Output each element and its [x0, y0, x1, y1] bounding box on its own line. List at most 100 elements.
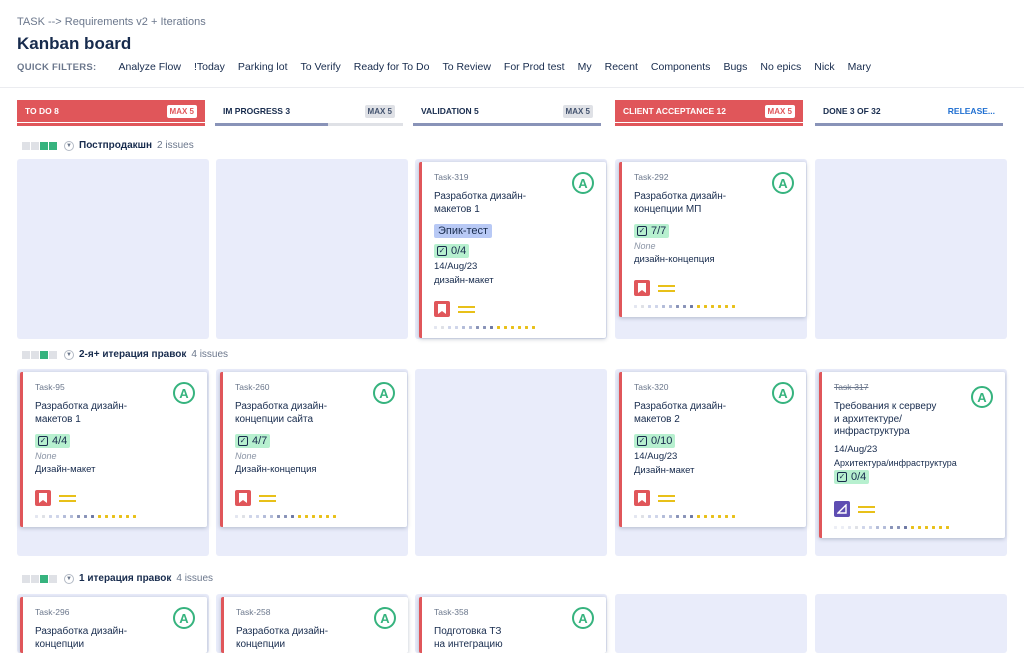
issue-summary: Разработка дизайн-концепции сайта — [235, 401, 328, 425]
progress-dot — [333, 515, 336, 518]
issue-key[interactable]: Task-292 — [634, 172, 669, 182]
progress-dot — [291, 515, 294, 518]
progress-dot — [126, 515, 129, 518]
component-field: дизайн-концепция — [634, 254, 715, 265]
assignee-avatar[interactable]: A — [373, 382, 395, 404]
issue-card[interactable]: Task-320 A Разработка дизайн-макетов 2 ✓… — [619, 372, 806, 527]
progress-dot — [834, 526, 837, 529]
column-title: IM PROGRESS 3 — [223, 106, 291, 116]
issue-card[interactable]: Task-296 A Разработка дизайн-концепции — [20, 597, 207, 653]
filter-to-review[interactable]: To Review — [442, 61, 490, 73]
assignee-avatar[interactable]: A — [772, 382, 794, 404]
issue-key[interactable]: Task-258 — [236, 607, 271, 617]
issue-key[interactable]: Task-320 — [634, 382, 669, 392]
filter-bugs[interactable]: Bugs — [723, 61, 747, 73]
progress-dot — [312, 515, 315, 518]
progress-dot — [133, 515, 136, 518]
filter-mary[interactable]: Mary — [848, 61, 871, 73]
swimlane-count: 4 issues — [191, 349, 229, 360]
progress-dot — [876, 526, 879, 529]
progress-dot — [718, 515, 721, 518]
issue-card[interactable]: Task-95 A Разработка дизайн-макетов 1 ✓ 4… — [20, 372, 207, 527]
filter-recent[interactable]: Recent — [605, 61, 638, 73]
breadcrumb[interactable]: TASK --> Requirements v2 + Iterations — [17, 16, 206, 28]
swimlane-header[interactable]: ▼ Постпродакшн 2 issues — [22, 140, 194, 151]
progress-dots — [834, 526, 953, 529]
swimlane-header[interactable]: ▼ 1 итерация правок 4 issues — [22, 573, 213, 584]
assignee-avatar[interactable]: A — [173, 382, 195, 404]
column-header-in-progress[interactable]: IM PROGRESS 3 MAX 5 — [215, 100, 403, 122]
progress-dot — [939, 526, 942, 529]
progress-dot — [504, 326, 507, 329]
issue-key[interactable]: Task-95 — [35, 382, 65, 392]
progress-dot — [525, 326, 528, 329]
board-cell — [216, 159, 408, 339]
issue-card[interactable]: Task-260 A Разработка дизайн-концепции с… — [220, 372, 407, 527]
assignee-avatar[interactable]: A — [572, 172, 594, 194]
release-link[interactable]: RELEASE... — [948, 106, 995, 116]
issue-key[interactable]: Task-317 — [834, 382, 869, 392]
progress-dot — [249, 515, 252, 518]
filter-analyze-flow[interactable]: Analyze Flow — [119, 61, 181, 73]
fix-version-empty: None — [634, 241, 656, 251]
progress-dot — [476, 326, 479, 329]
progress-dot — [662, 305, 665, 308]
progress-dot — [483, 326, 486, 329]
priority-medium-icon — [259, 494, 276, 502]
swimlane-count: 4 issues — [176, 573, 214, 584]
lane-status-boxes — [22, 141, 58, 150]
progress-dot — [648, 305, 651, 308]
chevron-down-icon[interactable]: ▼ — [64, 349, 74, 360]
progress-dot — [897, 526, 900, 529]
story-icon — [634, 490, 650, 506]
filter-nick[interactable]: Nick — [814, 61, 834, 73]
issue-key[interactable]: Task-260 — [235, 382, 270, 392]
chevron-down-icon[interactable]: ▼ — [64, 573, 74, 584]
filter-components[interactable]: Components — [651, 61, 711, 73]
filter-my[interactable]: My — [578, 61, 592, 73]
lane-status-boxes — [22, 574, 58, 583]
filter-no-epics[interactable]: No epics — [760, 61, 801, 73]
column-header-todo[interactable]: TO DO 8 MAX 5 — [17, 100, 205, 122]
filter-to-verify[interactable]: To Verify — [301, 61, 341, 73]
epic-label[interactable]: Эпик-тест — [434, 224, 493, 238]
progress-dot — [455, 326, 458, 329]
filter-ready-for-to-do[interactable]: Ready for To Do — [354, 61, 430, 73]
max-badge: MAX 5 — [562, 104, 593, 118]
progress-dot — [441, 326, 444, 329]
issue-key[interactable]: Task-296 — [35, 607, 70, 617]
assignee-avatar[interactable]: A — [772, 172, 794, 194]
swimlane-header[interactable]: ▼ 2-я+ итерация правок 4 issues — [22, 349, 228, 360]
assignee-avatar[interactable]: A — [374, 607, 396, 629]
issue-card[interactable]: Task-317 A Требования к серверу и архитек… — [819, 372, 1005, 538]
chevron-down-icon[interactable]: ▼ — [64, 140, 74, 151]
progress-dot — [434, 326, 437, 329]
column-header-client-acceptance[interactable]: CLIENT ACCEPTANCE 12 MAX 5 — [615, 100, 803, 122]
issue-key[interactable]: Task-358 — [434, 607, 469, 617]
progress-dot — [305, 515, 308, 518]
column-title: TO DO 8 — [25, 106, 59, 116]
progress-dot — [497, 326, 500, 329]
progress-dot — [669, 515, 672, 518]
progress-dot — [641, 305, 644, 308]
filter-today[interactable]: !Today — [194, 61, 225, 73]
issue-key[interactable]: Task-319 — [434, 172, 469, 182]
filter-parking-lot[interactable]: Parking lot — [238, 61, 288, 73]
issue-card[interactable]: Task-258 A Разработка дизайн-концепции — [221, 597, 408, 653]
due-date: 14/Aug/23 — [834, 443, 878, 455]
max-badge: MAX 5 — [764, 104, 795, 118]
board-cell — [615, 594, 807, 653]
assignee-avatar[interactable]: A — [173, 607, 195, 629]
column-header-validation[interactable]: VALIDATION 5 MAX 5 — [413, 100, 601, 122]
progress-dot — [662, 515, 665, 518]
issue-card[interactable]: Task-319 A Разработка дизайн-макетов 1 Э… — [419, 162, 606, 338]
progress-dot — [862, 526, 865, 529]
issue-summary: Разработка дизайн-концепции МП — [634, 191, 727, 215]
component-field: дизайн-макет — [434, 275, 494, 286]
column-header-done[interactable]: DONE 3 OF 32 RELEASE... — [815, 100, 1003, 122]
filter-for-prod-test[interactable]: For Prod test — [504, 61, 565, 73]
page-title: Kanban board — [17, 34, 132, 53]
issue-card[interactable]: Task-358 A Подготовка ТЗ на интеграцию — [419, 597, 606, 653]
issue-card[interactable]: Task-292 A Разработка дизайн-концепции М… — [619, 162, 806, 317]
assignee-avatar[interactable]: A — [572, 607, 594, 629]
